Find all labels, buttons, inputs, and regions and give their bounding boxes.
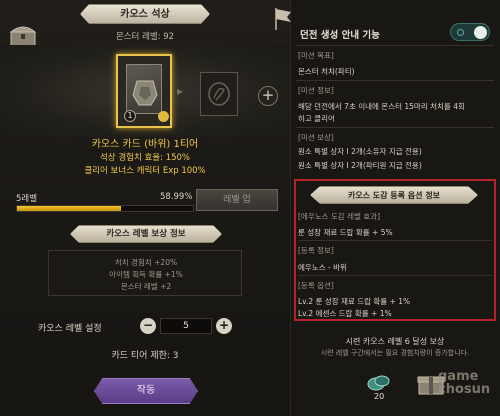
dex-effect-header: [에우노스 도감 레벨 효과] — [298, 212, 381, 221]
guide-feature-title: 던전 생성 안내 기능 — [300, 30, 380, 41]
reward-kill-exp: 처치 경험치 +20% — [114, 258, 178, 267]
card-clear-bonus: 클리어 보너스 캐릭터 Exp 100% — [84, 166, 206, 176]
divider — [298, 240, 492, 241]
card-swap-icon[interactable] — [158, 111, 169, 122]
mission-reward-1: 원소 특별 상자 Ⅰ 2개(소유자 지급 전용) — [298, 147, 422, 156]
reward-monster-level: 몬스터 레벨 +2 — [120, 282, 172, 291]
card-name: 카오스 카드 (바위) 1티어 — [91, 139, 199, 150]
activate-button[interactable]: 작동 — [94, 378, 198, 404]
level-increase-button[interactable]: + — [216, 318, 232, 334]
registered-option-1: Lv.2 룬 성장 재료 드랍 확률 + 1% — [298, 297, 411, 306]
toggle-off-indicator — [457, 29, 464, 36]
divider — [296, 45, 494, 46]
registration-text: 에우노스 - 바위 — [298, 263, 347, 272]
reward-info-box: 처치 경험치 +20% 아이템 획득 확률 +1% 몬스터 레벨 +2 — [48, 250, 242, 296]
card-count-badge: 1 — [124, 110, 136, 122]
reward-item-drop: 아이템 획득 확률 +1% — [109, 270, 183, 279]
mission-reward-header: [미션 보상] — [298, 133, 334, 142]
chaos-level-progress-bar — [16, 205, 194, 212]
chaos-dex-option-title: 카오스 도감 등록 옵션 정보 — [310, 186, 478, 204]
level-setting-label: 카오스 레벨 설정 — [38, 324, 102, 334]
registration-header: [등록 정보] — [298, 246, 334, 255]
registered-option-2: Lv.2 에센스 드랍 확률 + 1% — [298, 309, 392, 318]
level-up-button[interactable]: 레벨 업 — [196, 189, 278, 211]
monster-level: 몬스터 레벨: 92 — [115, 32, 175, 42]
gem-reward-count: 20 — [374, 392, 385, 401]
mission-reward-2: 원소 특별 상자 Ⅰ 2개(파티원 지급 전용) — [298, 161, 422, 170]
rock-card-image — [126, 64, 162, 114]
mission-info-header: [미션 정보] — [298, 86, 334, 95]
mission-info-text-2: 하고 클리어 — [298, 114, 335, 123]
toggle-knob — [474, 26, 487, 39]
chaos-level-label: 5레벨 — [16, 194, 38, 204]
add-card-button[interactable]: + — [258, 86, 278, 106]
arrow-right-icon: ▸ — [177, 84, 184, 98]
empty-card-slot[interactable] — [200, 72, 238, 116]
mission-goal-text: 몬스터 처치(파티) — [298, 67, 355, 76]
level-setting-value[interactable]: 5 — [160, 318, 212, 334]
divider — [296, 127, 494, 128]
flag-icon[interactable] — [272, 6, 294, 32]
divider — [298, 275, 492, 276]
guide-toggle[interactable] — [450, 23, 490, 41]
chaos-level-progress-fill — [17, 206, 121, 211]
watermark-line-2: chosun — [438, 382, 491, 397]
chaos-level-percent: 58.99% — [160, 192, 193, 202]
watermark-logo: game chosun — [438, 370, 490, 396]
reward-info-title: 카오스 레벨 보상 정보 — [70, 225, 222, 243]
level-reach-reward-desc: 시련 레벨 구간에서는 필요 경험치량이 증가합니다. — [320, 349, 470, 357]
chaos-card-slot[interactable]: 1 — [116, 54, 172, 128]
mission-goal-header: [미션 목표] — [298, 51, 334, 60]
registered-option-header: [등록 옵션] — [298, 281, 334, 290]
dex-effect-text: 룬 성장 재료 드랍 확률 + 5% — [298, 228, 393, 237]
card-exp-efficiency: 석상 경험치 효율: 150% — [99, 153, 190, 163]
card-tier-limit: 카드 티어 제한: 3 — [111, 351, 179, 361]
panel-title: 카오스 석상 — [80, 4, 210, 24]
divider — [296, 80, 494, 81]
mission-info-text-1: 해당 던전에서 7초 이내에 몬스터 15마리 처치를 4회 — [298, 102, 465, 111]
level-reach-reward-title: 시련 카오스 레벨 6 달성 보상 — [345, 337, 445, 346]
level-decrease-button[interactable]: − — [140, 318, 156, 334]
